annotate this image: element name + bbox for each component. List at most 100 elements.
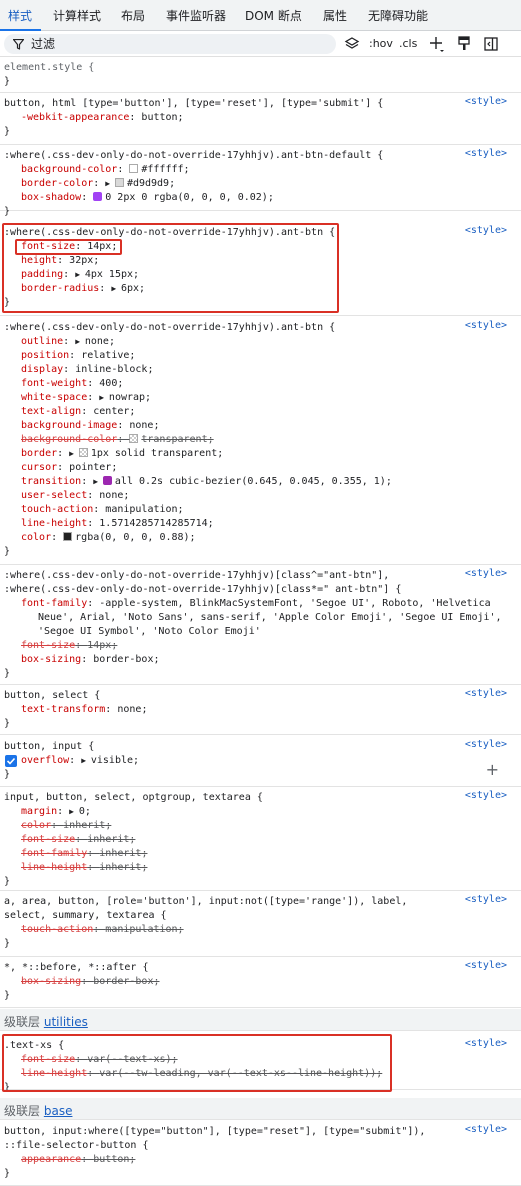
rule-selector[interactable]: a, area, button, [role='button'], input:… [4,895,407,909]
css-declaration[interactable]: appearance: button; [21,1153,135,1167]
style-source-link[interactable]: <style> [465,790,507,801]
style-source-link[interactable]: <style> [465,225,507,236]
css-declaration[interactable]: line-height: inherit; [21,861,147,875]
rule-selector[interactable]: button, select { [4,689,100,703]
css-declaration[interactable]: white-space: ▶ nowrap; [21,391,151,405]
new-rule-icon[interactable] [428,34,446,54]
css-declaration[interactable]: background-image: none; [21,419,160,433]
shadow-editor-icon[interactable] [93,192,103,201]
style-source-link[interactable]: <style> [465,96,507,107]
css-declaration[interactable]: cursor: pointer; [21,461,117,475]
css-declaration[interactable]: transition: ▶ all 0.2s cubic-bezier(0.64… [21,475,392,489]
css-declaration[interactable]: position: relative; [21,349,135,363]
rule-selector[interactable]: :where(.css-dev-only-do-not-override-17y… [4,569,389,583]
layer-link[interactable]: base [44,1104,73,1118]
expand-triangle-icon[interactable]: ▶ [75,270,85,279]
color-swatch-icon[interactable] [129,434,139,443]
expand-triangle-icon[interactable]: ▶ [111,284,121,293]
style-source-link[interactable]: <style> [465,894,507,905]
tab-layout[interactable]: 布局 [121,0,145,31]
tab-computed[interactable]: 计算样式 [53,0,101,31]
style-source-link[interactable]: <style> [465,148,507,159]
hover-state-toggle[interactable]: :hov [369,34,393,54]
rule-selector[interactable]: button, input:where([type="button"], [ty… [4,1125,425,1139]
expand-triangle-icon[interactable]: ▶ [105,179,115,188]
color-swatch-icon[interactable] [114,178,124,187]
css-declaration[interactable]: height: 32px; [21,254,99,268]
css-declaration[interactable]: border-radius: ▶ 6px; [21,282,145,296]
css-declaration[interactable]: box-sizing: border-box; [21,975,160,989]
css-declaration[interactable]: background-color: #ffffff; [21,163,190,177]
css-declaration[interactable]: line-height: 1.5714285714285714; [21,517,214,531]
css-declaration[interactable]: outline: ▶ none; [21,335,115,349]
css-declaration[interactable]: font-size: inherit; [21,833,135,847]
expand-triangle-icon[interactable]: ▶ [69,807,79,816]
css-declaration[interactable]: font-weight: 400; [21,377,123,391]
rule-selector[interactable]: element.style { [4,61,94,75]
rule-selector[interactable]: :where(.css-dev-only-do-not-override-17y… [4,226,335,240]
tab-styles[interactable]: 样式 [8,0,32,31]
css-declaration[interactable]: font-size: var(--text-xs); [21,1053,178,1067]
style-source-link[interactable]: <style> [465,960,507,971]
expand-triangle-icon[interactable]: ▶ [99,393,109,402]
css-declaration[interactable]: box-shadow: 0 2px 0 rgba(0, 0, 0, 0.02); [21,191,274,205]
css-declaration[interactable]: color: rgba(0, 0, 0, 0.88); [21,531,196,545]
expand-triangle-icon[interactable]: ▶ [81,756,91,765]
rule-selector[interactable]: .text-xs { [4,1039,64,1053]
css-declaration[interactable]: box-sizing: border-box; [21,653,160,667]
rule-selector[interactable]: button, html [type='button'], [type='res… [4,97,383,111]
rule-selector[interactable]: select, summary, textarea { [4,909,167,923]
rule-selector[interactable]: button, input { [4,740,94,754]
rule-selector[interactable]: :where(.css-dev-only-do-not-override-17y… [4,321,335,335]
toggle-sidebar-icon[interactable] [484,34,498,54]
color-swatch-icon[interactable] [78,448,88,457]
css-declaration[interactable]: line-height: var(--tw-leading, var(--tex… [21,1067,382,1081]
style-source-link[interactable]: <style> [465,688,507,699]
css-declaration[interactable]: font-family: inherit; [21,847,147,861]
rule-selector[interactable]: ::file-selector-button { [4,1139,149,1153]
layer-link[interactable]: utilities [44,1015,88,1029]
css-declaration[interactable]: text-align: center; [21,405,135,419]
expand-triangle-icon[interactable]: ▶ [93,477,103,486]
expand-triangle-icon[interactable]: ▶ [75,337,85,346]
rule-selector[interactable]: :where(.css-dev-only-do-not-override-17y… [4,149,383,163]
layers-icon[interactable] [344,34,360,54]
style-source-link[interactable]: <style> [465,320,507,331]
tab-event-listeners[interactable]: 事件监听器 [166,0,226,31]
rule-selector[interactable]: :where(.css-dev-only-do-not-override-17y… [4,583,401,597]
css-declaration[interactable]: -webkit-appearance: button; [21,111,184,125]
css-declaration[interactable]: font-family: -apple-system, BlinkMacSyst… [21,597,491,611]
css-declaration[interactable]: margin: ▶ 0; [21,805,91,819]
style-source-link[interactable]: <style> [465,739,507,750]
class-toggle[interactable]: .cls [399,34,417,54]
filter-input[interactable] [31,35,321,53]
css-declaration[interactable]: background-color: transparent; [21,433,214,447]
style-source-link[interactable]: <style> [465,568,507,579]
rule-selector[interactable]: input, button, select, optgroup, textare… [4,791,263,805]
css-declaration[interactable]: text-transform: none; [21,703,147,717]
css-declaration[interactable]: color: inherit; [21,819,111,833]
css-declaration[interactable]: font-size: 14px; [21,639,117,653]
css-declaration[interactable]: padding: ▶ 4px 15px; [21,268,139,282]
style-source-link[interactable]: <style> [465,1038,507,1049]
css-declaration[interactable]: overflow: ▶ visible; [21,754,139,768]
tab-properties[interactable]: 属性 [323,0,347,31]
declaration-checkbox[interactable] [5,755,17,767]
filter-box[interactable] [4,34,336,54]
add-declaration-icon[interactable]: + [486,760,499,779]
color-swatch-icon[interactable] [63,532,73,541]
css-declaration[interactable]: touch-action: manipulation; [21,503,184,517]
rule-selector[interactable]: *, *::before, *::after { [4,961,149,975]
tab-accessibility[interactable]: 无障碍功能 [368,0,428,31]
expand-triangle-icon[interactable]: ▶ [69,449,79,458]
color-format-icon[interactable] [457,34,471,54]
css-declaration[interactable]: border: ▶ 1px solid transparent; [21,447,223,461]
css-declaration[interactable]: font-size: 14px; [21,240,117,254]
css-declaration[interactable]: touch-action: manipulation; [21,923,184,937]
color-swatch-icon[interactable] [129,164,139,173]
css-declaration[interactable]: user-select: none; [21,489,129,503]
css-declaration[interactable]: display: inline-block; [21,363,153,377]
css-declaration[interactable]: border-color: ▶ #d9d9d9; [21,177,175,191]
easing-editor-icon[interactable] [102,476,112,485]
tab-dom-breakpoints[interactable]: DOM 断点 [245,0,302,31]
